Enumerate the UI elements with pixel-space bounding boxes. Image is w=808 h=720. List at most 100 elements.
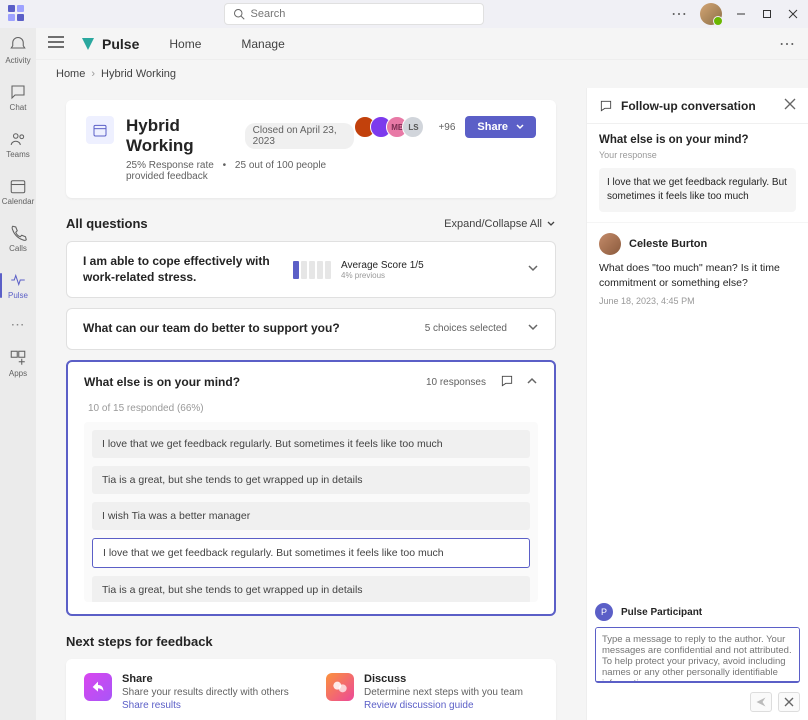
chat-icon: [599, 99, 613, 113]
app-icon: [8, 5, 36, 24]
chevron-down-icon: [516, 123, 524, 131]
choices-selected: 5 choices selected: [425, 323, 507, 334]
minimize-button[interactable]: [734, 7, 748, 21]
message-time: June 18, 2023, 4:45 PM: [599, 296, 796, 306]
follow-up-panel: Follow-up conversation What else is on y…: [586, 88, 808, 720]
question-title: What else is on your mind?: [84, 375, 412, 389]
step-title: Share: [122, 673, 289, 685]
share-button[interactable]: Share: [465, 116, 536, 138]
expand-collapse-all[interactable]: Expand/Collapse All: [444, 218, 556, 230]
response-count: 10 responses: [426, 377, 486, 388]
respond-meta: 10 of 15 responded (66%): [84, 403, 538, 414]
chevron-right-icon: ›: [91, 68, 95, 80]
comment-icon[interactable]: [500, 374, 514, 391]
rail-teams[interactable]: Teams: [0, 128, 36, 161]
all-questions-title: All questions: [66, 216, 148, 231]
step-share: Share Share your results directly with o…: [84, 673, 296, 711]
breadcrumb-current: Hybrid Working: [101, 68, 176, 80]
panel-title: Follow-up conversation: [621, 99, 776, 113]
author-avatar: [599, 233, 621, 255]
step-discuss: Discuss Determine next steps with you te…: [326, 673, 538, 711]
response-item[interactable]: Tia is a great, but she tends to get wra…: [92, 466, 530, 494]
rail-label: Chat: [10, 103, 27, 112]
cancel-button[interactable]: [778, 692, 800, 712]
chevron-up-icon[interactable]: [526, 375, 538, 390]
participant-label: Pulse Participant: [621, 607, 702, 618]
response-rate: 25% Response rate: [126, 160, 214, 171]
chevron-down-icon[interactable]: [527, 262, 539, 277]
question-card-2[interactable]: What can our team do better to support y…: [66, 308, 556, 350]
question-card-3: What else is on your mind? 10 responses …: [66, 360, 556, 616]
rail-calls[interactable]: Calls: [0, 222, 36, 255]
your-response-label: Your response: [599, 150, 796, 160]
breadcrumb-home[interactable]: Home: [56, 68, 85, 80]
score-bars: [293, 261, 331, 279]
response-item-selected[interactable]: I love that we get feedback regularly. B…: [92, 538, 530, 568]
share-icon: [84, 673, 112, 701]
close-button[interactable]: [786, 7, 800, 21]
search-input[interactable]: [251, 8, 475, 20]
avatar: LS: [402, 116, 424, 138]
average-score: Average Score 1/5 4% previous: [341, 260, 424, 280]
breadcrumb: Home › Hybrid Working: [36, 60, 808, 88]
rail-pulse[interactable]: Pulse: [0, 269, 36, 302]
reply-input[interactable]: [595, 627, 800, 683]
topbar: Pulse Home Manage ⋯: [36, 28, 808, 60]
tab-manage[interactable]: Manage: [241, 37, 284, 51]
rail-label: Calendar: [2, 197, 34, 206]
question-title: What can our team do better to support y…: [83, 321, 425, 337]
question-title: I am able to cope effectively with work-…: [83, 254, 283, 285]
maximize-button[interactable]: [760, 7, 774, 21]
brand-text: Pulse: [102, 36, 139, 52]
panel-question: What else is on your mind?: [599, 134, 796, 146]
response-list[interactable]: I love that we get feedback regularly. B…: [84, 422, 538, 602]
step-title: Discuss: [364, 673, 523, 685]
rail-chat[interactable]: Chat: [0, 81, 36, 114]
close-icon[interactable]: [784, 98, 796, 113]
survey-header: Hybrid Working Closed on April 23, 2023 …: [66, 100, 556, 198]
search-box[interactable]: [224, 3, 484, 25]
page-title: Hybrid Working: [126, 116, 235, 156]
next-steps-title: Next steps for feedback: [66, 634, 556, 649]
step-link[interactable]: Share results: [122, 700, 289, 711]
pulse-logo-icon: [80, 36, 96, 52]
chevron-down-icon[interactable]: [527, 321, 539, 336]
user-avatar[interactable]: [700, 3, 722, 25]
search-icon: [233, 8, 245, 20]
rail-label: Apps: [9, 369, 27, 378]
author-name: Celeste Burton: [629, 238, 707, 250]
step-desc: Determine next steps with you team: [364, 687, 523, 698]
tab-home[interactable]: Home: [169, 37, 201, 51]
rail-activity[interactable]: Activity: [0, 34, 36, 67]
step-link[interactable]: Review discussion guide: [364, 700, 523, 711]
message-text: What does "too much" mean? Is it time co…: [599, 261, 796, 290]
response-item[interactable]: Tia is a great, but she tends to get wra…: [92, 576, 530, 602]
hamburger-icon[interactable]: [48, 35, 64, 52]
response-item[interactable]: I love that we get feedback regularly. B…: [92, 430, 530, 458]
participant-faces: MB LS: [354, 116, 424, 138]
main-scroll: Hybrid Working Closed on April 23, 2023 …: [36, 88, 586, 720]
rail-label: Pulse: [8, 291, 28, 300]
more-count: +96: [438, 122, 455, 133]
rail-calendar[interactable]: Calendar: [0, 175, 36, 208]
rail-apps[interactable]: Apps: [0, 347, 36, 380]
survey-icon: [86, 116, 114, 144]
pulse-brand: Pulse: [80, 36, 139, 52]
rail-label: Activity: [5, 56, 30, 65]
response-item[interactable]: I wish Tia was a better manager: [92, 502, 530, 530]
titlebar: ⋯: [0, 0, 808, 28]
closed-badge: Closed on April 23, 2023: [245, 123, 355, 149]
next-steps-card: Share Share your results directly with o…: [66, 659, 556, 720]
participant-icon: P: [595, 603, 613, 621]
topbar-more-icon[interactable]: ⋯: [779, 34, 796, 54]
discuss-icon: [326, 673, 354, 701]
rail-more[interactable]: ⋯: [11, 316, 26, 333]
chevron-down-icon: [546, 219, 556, 229]
rail-label: Calls: [9, 244, 27, 253]
rail-label: Teams: [6, 150, 30, 159]
panel-quote: I love that we get feedback regularly. B…: [599, 168, 796, 212]
app-rail: Activity Chat Teams Calendar Calls Pulse…: [0, 28, 36, 720]
question-card-1[interactable]: I am able to cope effectively with work-…: [66, 241, 556, 298]
more-icon[interactable]: ⋯: [671, 4, 688, 24]
send-button[interactable]: [750, 692, 772, 712]
